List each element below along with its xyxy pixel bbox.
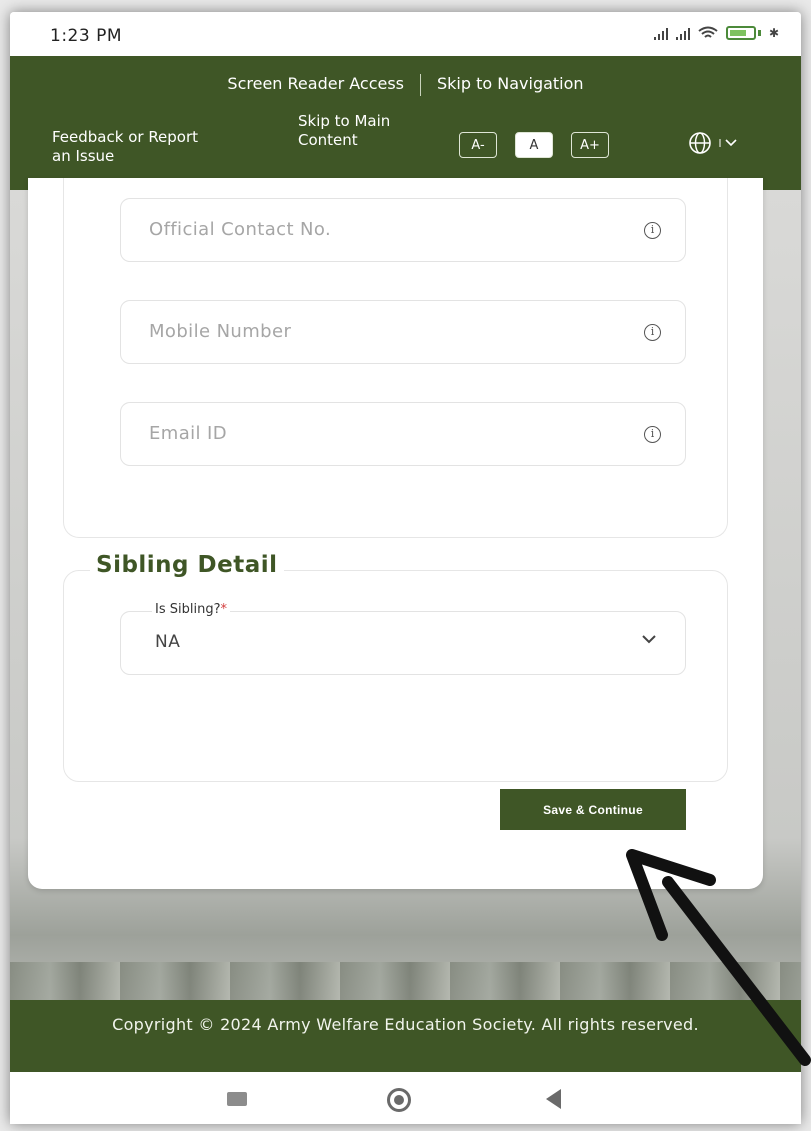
section-title-sibling-detail: Sibling Detail — [90, 552, 284, 578]
info-icon[interactable]: i — [644, 324, 661, 341]
official-contact-placeholder: Official Contact No. — [149, 219, 332, 240]
is-sibling-label-text: Is Sibling? — [155, 602, 221, 617]
signal-icon — [653, 26, 668, 40]
info-icon[interactable]: i — [644, 426, 661, 443]
battery-icon — [725, 26, 756, 40]
signal-icon — [675, 26, 690, 40]
home-icon[interactable] — [387, 1088, 411, 1112]
accessibility-bar: Screen Reader Access Skip to Navigation … — [10, 56, 801, 190]
email-id-placeholder: Email ID — [149, 423, 228, 444]
info-icon[interactable]: i — [644, 222, 661, 239]
email-id-field[interactable]: Email ID i — [120, 402, 686, 466]
chevron-down-icon — [642, 635, 656, 644]
background-image-strip — [10, 962, 801, 1000]
feedback-link[interactable]: Feedback or Report an Issue — [52, 128, 202, 166]
mobile-number-placeholder: Mobile Number — [149, 321, 292, 342]
chevron-down-icon — [719, 139, 737, 147]
mobile-number-field[interactable]: Mobile Number i — [120, 300, 686, 364]
footer: Copyright © 2024 Army Welfare Education … — [10, 1000, 801, 1072]
skip-to-main-content-link[interactable]: Skip to Main Content — [298, 112, 408, 150]
font-normal-button[interactable]: A — [515, 132, 553, 158]
divider — [420, 74, 421, 96]
is-sibling-select[interactable]: NA — [120, 611, 686, 675]
status-icons: ✱ — [653, 26, 779, 40]
font-decrease-button[interactable]: A- — [459, 132, 497, 158]
status-time: 1:23 PM — [50, 26, 122, 46]
wifi-icon — [698, 26, 718, 38]
font-size-controls: A- A A+ — [459, 132, 609, 158]
is-sibling-value: NA — [155, 632, 181, 652]
globe-icon — [689, 132, 711, 154]
charging-icon: ✱ — [768, 26, 779, 40]
battery-tip — [757, 30, 761, 36]
language-selector[interactable] — [688, 131, 740, 155]
required-asterisk: * — [220, 602, 227, 617]
official-contact-field[interactable]: Official Contact No. i — [120, 198, 686, 262]
skip-to-navigation-link[interactable]: Skip to Navigation — [437, 74, 584, 96]
is-sibling-label: Is Sibling?* — [152, 602, 230, 617]
android-nav-bar — [10, 1072, 801, 1124]
font-increase-button[interactable]: A+ — [571, 132, 609, 158]
status-bar: 1:23 PM ✱ — [10, 12, 801, 56]
screen-reader-access-link[interactable]: Screen Reader Access — [227, 74, 404, 96]
back-icon[interactable] — [546, 1089, 561, 1109]
access-links-row: Screen Reader Access Skip to Navigation — [10, 74, 801, 96]
recent-apps-icon[interactable] — [227, 1092, 247, 1106]
save-and-continue-button[interactable]: Save & Continue — [500, 789, 686, 830]
copyright-text: Copyright © 2024 Army Welfare Education … — [112, 1015, 699, 1034]
